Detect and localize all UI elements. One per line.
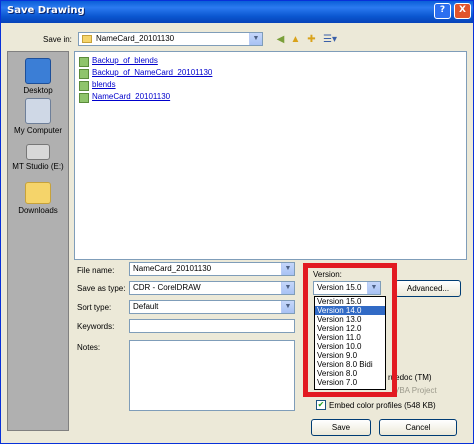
place-label: Desktop <box>23 86 53 95</box>
highlight-frame <box>303 263 397 397</box>
save-in-label: Save in: <box>43 35 72 44</box>
notes-label: Notes: <box>77 343 101 352</box>
place-downloads[interactable]: Downloads <box>8 182 68 215</box>
places-bar: Desktop My Computer MT Studio (E:) Downl… <box>7 51 69 431</box>
save-drawing-dialog: Save Drawing ? X Save in: NameCard_20101… <box>0 0 474 444</box>
place-mt-studio[interactable]: MT Studio (E:) <box>8 144 68 171</box>
place-my-computer[interactable]: My Computer <box>8 98 68 135</box>
chevron-down-icon[interactable]: ▼ <box>281 282 294 294</box>
back-icon[interactable]: ◀ <box>274 33 287 46</box>
new-folder-icon[interactable]: ✚ <box>305 33 318 46</box>
desktop-icon <box>25 58 51 84</box>
sort-type-select[interactable]: Default ▼ <box>129 300 295 314</box>
save-as-type-label: Save as type: <box>77 284 126 293</box>
file-name[interactable]: Backup_of_blends <box>92 56 158 65</box>
drive-icon <box>26 144 50 160</box>
embed-color-checkbox[interactable]: ✔ <box>316 400 326 410</box>
file-name-label: File name: <box>77 266 115 275</box>
sort-type-value: Default <box>133 302 159 311</box>
embed-color-label: Embed color profiles (548 KB) <box>329 401 436 410</box>
folder-icon <box>79 93 89 103</box>
file-name[interactable]: Backup_of_NameCard_20101130 <box>92 68 212 77</box>
title-bar: Save Drawing ? X <box>1 1 473 23</box>
save-in-value: NameCard_20101130 <box>96 34 175 43</box>
folder-icon <box>82 35 92 43</box>
save-button[interactable]: Save <box>311 419 371 436</box>
file-name[interactable]: NameCard_20101130 <box>92 92 170 101</box>
advanced-button[interactable]: Advanced... <box>395 280 461 297</box>
help-button[interactable]: ? <box>434 3 451 19</box>
views-menu-icon[interactable]: ☰▾ <box>321 33 339 46</box>
up-folder-icon[interactable]: ▲ <box>289 33 302 46</box>
save-as-type-value: CDR - CorelDRAW <box>133 283 201 292</box>
place-label: My Computer <box>13 126 62 135</box>
folder-icon <box>79 57 89 67</box>
sort-type-label: Sort type: <box>77 303 112 312</box>
keywords-field[interactable] <box>129 319 295 333</box>
file-name[interactable]: blends <box>92 80 116 89</box>
folder-icon <box>79 81 89 91</box>
place-desktop[interactable]: Desktop <box>8 58 68 95</box>
save-as-type-select[interactable]: CDR - CorelDRAW ▼ <box>129 281 295 295</box>
close-button[interactable]: X <box>454 3 471 19</box>
computer-icon <box>25 98 51 124</box>
folder-icon <box>25 182 51 204</box>
window-title: Save Drawing <box>7 5 85 16</box>
notes-field[interactable] <box>129 340 295 411</box>
file-list[interactable]: Backup_of_blends Backup_of_NameCard_2010… <box>74 51 467 260</box>
chevron-down-icon[interactable]: ▼ <box>281 301 294 313</box>
folder-icon <box>79 69 89 79</box>
vba-project-label: VBA Project <box>394 386 437 395</box>
chevron-down-icon[interactable]: ▼ <box>249 33 262 45</box>
file-name-field[interactable]: NameCard_20101130 ▼ <box>129 262 295 276</box>
save-in-combo[interactable]: NameCard_20101130 ▼ <box>78 32 263 46</box>
place-label: MT Studio (E:) <box>12 162 64 171</box>
keywords-label: Keywords: <box>77 322 115 331</box>
cancel-button[interactable]: Cancel <box>379 419 457 436</box>
chevron-down-icon[interactable]: ▼ <box>281 263 294 275</box>
place-label: Downloads <box>18 206 58 215</box>
file-name-value: NameCard_20101130 <box>133 264 212 273</box>
